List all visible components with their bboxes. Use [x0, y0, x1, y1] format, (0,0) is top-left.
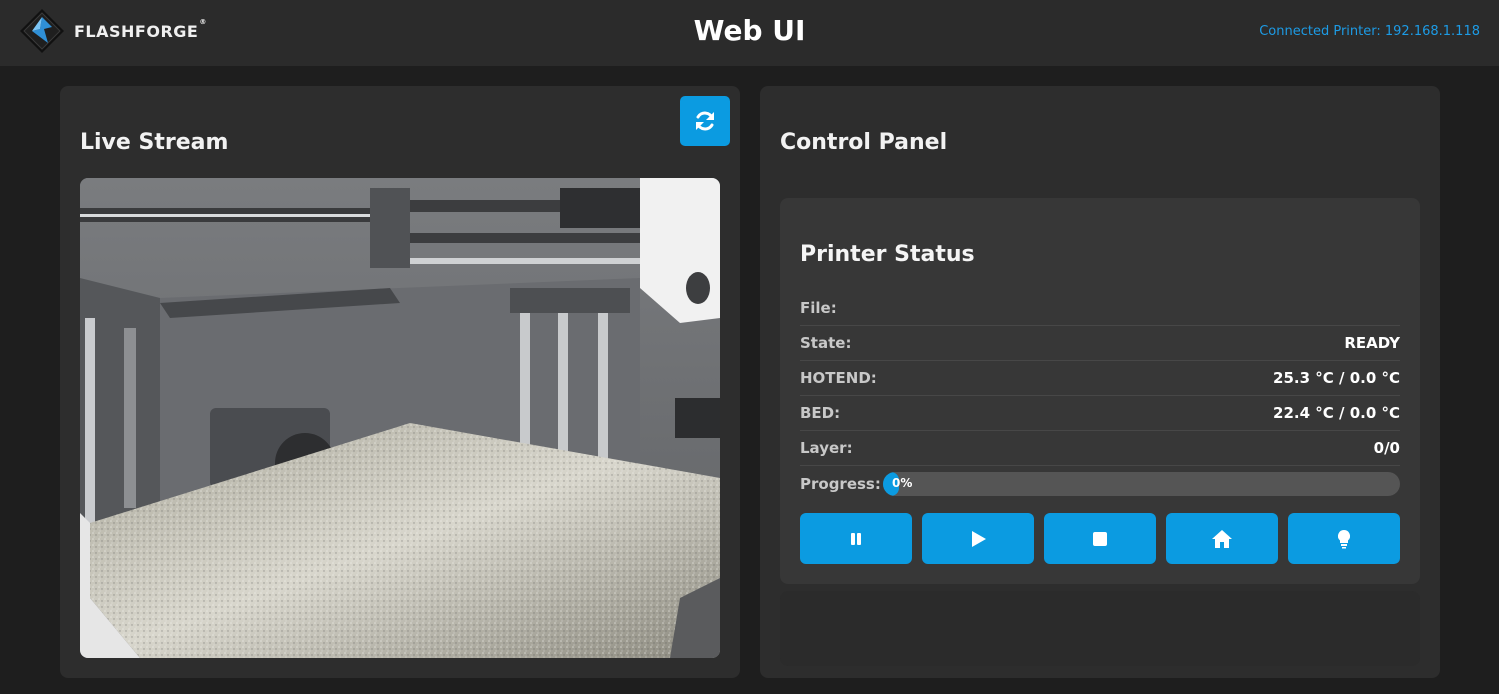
live-stream-title: Live Stream: [80, 130, 229, 155]
live-stream-panel: Live Stream: [60, 86, 740, 678]
pause-button[interactable]: [800, 513, 912, 564]
status-label: File:: [800, 299, 837, 317]
control-panel-title: Control Panel: [780, 130, 948, 155]
camera-stream: [80, 178, 720, 658]
camera-frame-image: [80, 178, 720, 658]
progress-label: Progress:: [800, 475, 881, 493]
status-value: 25.3 °C / 0.0 °C: [1273, 369, 1400, 387]
top-bar: FLASHFORGE® Web UI Connected Printer: 19…: [0, 0, 1499, 66]
status-row-file: File:: [800, 291, 1400, 326]
play-icon: [972, 530, 986, 547]
progress-percent: 0%: [892, 476, 913, 490]
printer-status-card: Printer Status File: State: READY HOTEND…: [780, 198, 1420, 584]
refresh-stream-button[interactable]: [680, 96, 730, 146]
status-row-layer: Layer: 0/0: [800, 431, 1400, 466]
pause-icon: [851, 532, 861, 545]
status-value: 22.4 °C / 0.0 °C: [1273, 404, 1400, 422]
status-row-progress: Progress: 0%: [800, 468, 1400, 500]
refresh-icon: [696, 111, 714, 131]
status-label: Layer:: [800, 439, 853, 457]
home-button[interactable]: [1166, 513, 1278, 564]
status-row-bed: BED: 22.4 °C / 0.0 °C: [800, 396, 1400, 431]
status-label: BED:: [800, 404, 841, 422]
status-label: HOTEND:: [800, 369, 877, 387]
resume-button[interactable]: [922, 513, 1034, 564]
light-toggle-button[interactable]: [1288, 513, 1400, 564]
status-value: 0/0: [1373, 439, 1400, 457]
printer-status-title: Printer Status: [800, 242, 975, 267]
status-row-hotend: HOTEND: 25.3 °C / 0.0 °C: [800, 361, 1400, 396]
status-label: State:: [800, 334, 852, 352]
stop-button[interactable]: [1044, 513, 1156, 564]
control-panel: Control Panel Printer Status File: State…: [760, 86, 1440, 678]
status-row-state: State: READY: [800, 326, 1400, 361]
status-value: READY: [1344, 334, 1400, 352]
progress-bar: 0%: [883, 472, 1400, 496]
control-panel-footer-card: [780, 591, 1420, 666]
connected-printer-status: Connected Printer: 192.168.1.118: [1259, 24, 1480, 39]
lightbulb-icon: [1337, 529, 1351, 548]
home-icon: [1212, 529, 1232, 548]
stop-icon: [1093, 531, 1107, 546]
